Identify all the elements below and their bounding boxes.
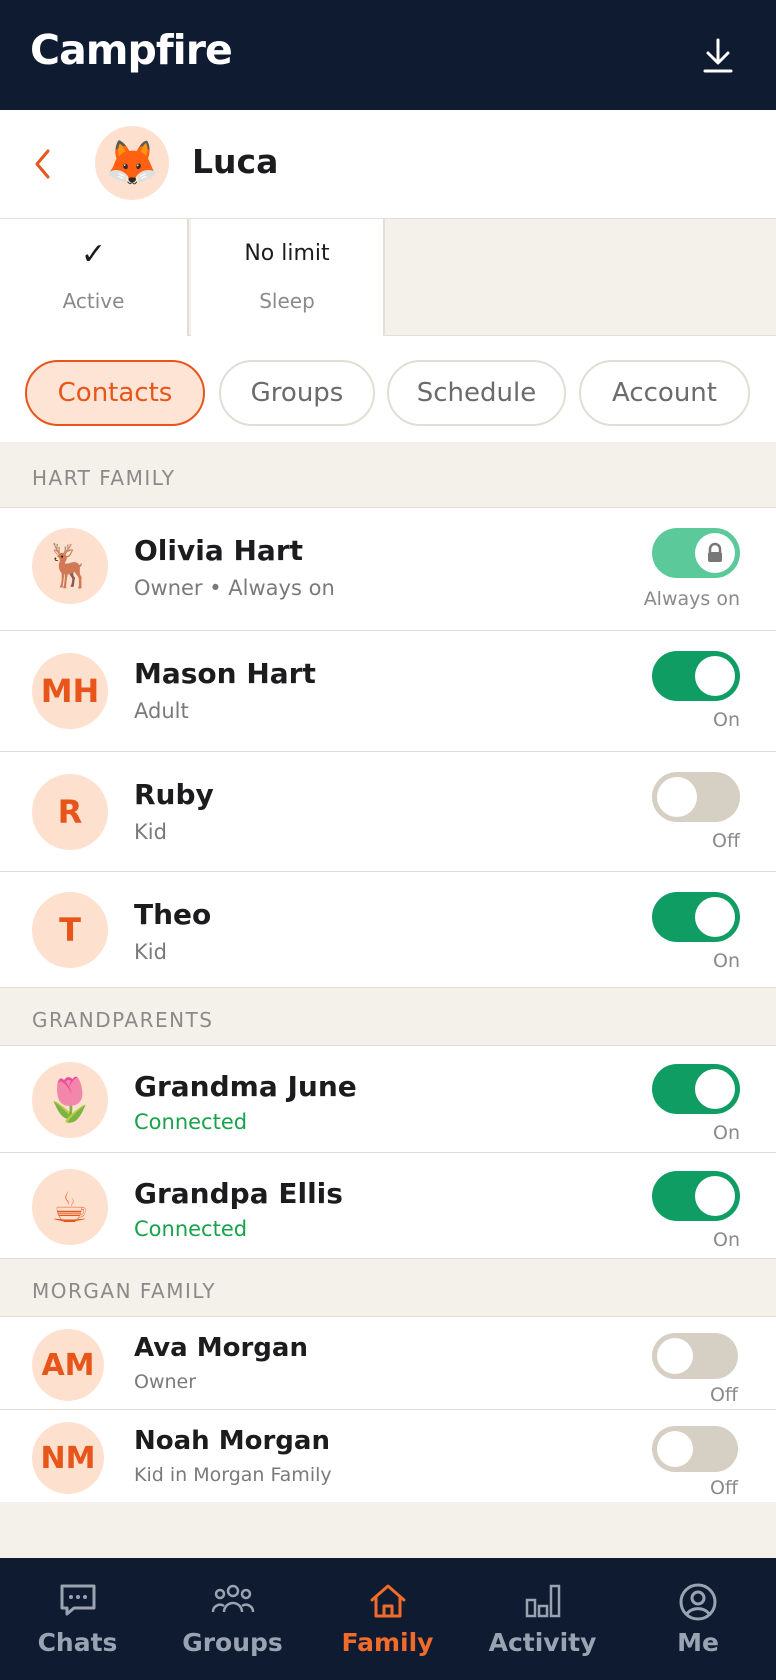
nav-me[interactable]: Me	[620, 1558, 776, 1680]
toggle-state-label: On	[713, 1229, 740, 1251]
contact-name: Mason Hart	[134, 657, 316, 690]
contact-row[interactable]: NM Noah Morgan Kid in Morgan Family Off	[0, 1410, 776, 1502]
section-header: MORGAN FAMILY	[0, 1259, 776, 1317]
tab-schedule[interactable]: Schedule	[387, 360, 566, 426]
user-circle-icon	[679, 1583, 717, 1621]
initials-avatar: AM	[32, 1329, 104, 1401]
connected-status: Connected	[134, 1217, 248, 1241]
toggle-state-label: Always on	[643, 588, 740, 610]
tab-account[interactable]: Account	[579, 360, 750, 426]
contact-toggle[interactable]	[652, 651, 740, 701]
nav-label: Family	[341, 1628, 434, 1657]
status-sleep-cell[interactable]: No limit Sleep	[191, 219, 385, 337]
nav-family[interactable]: Family	[310, 1558, 465, 1680]
toggle-state-label: Off	[709, 1477, 738, 1499]
initials-avatar: NM	[32, 1422, 104, 1494]
contact-name: Grandpa Ellis	[134, 1177, 343, 1210]
contact-toggle[interactable]	[652, 1426, 738, 1472]
contact-row[interactable]: ☕ Grandpa Ellis Connected On	[0, 1153, 776, 1259]
tab-groups[interactable]: Groups	[219, 360, 375, 426]
contact-row[interactable]: 🦌 Olivia Hart Owner • Always on Always o…	[0, 508, 776, 631]
flower-avatar-icon: 🌷	[32, 1062, 108, 1138]
nav-label: Activity	[488, 1628, 597, 1657]
contact-subtitle: Owner • Always on	[134, 576, 335, 600]
contact-toggle	[652, 528, 740, 578]
contact-name: Olivia Hart	[134, 534, 304, 567]
groups-icon	[211, 1584, 254, 1613]
back-chevron-icon[interactable]	[30, 146, 54, 182]
status-active-cell[interactable]: ✓ Active	[0, 219, 189, 337]
contact-toggle[interactable]	[652, 1171, 740, 1221]
status-value: No limit	[244, 241, 330, 266]
tab-bar: Contacts Groups Schedule Account	[0, 336, 776, 442]
toggle-state-label: On	[713, 950, 740, 972]
nav-label: Me	[677, 1628, 719, 1657]
contact-name: Ava Morgan	[134, 1333, 308, 1363]
deer-avatar-icon: 🦌	[32, 528, 108, 604]
contact-row[interactable]: T Theo Kid On	[0, 872, 776, 988]
contact-toggle[interactable]	[652, 1064, 740, 1114]
status-label: Sleep	[259, 289, 315, 313]
contact-toggle[interactable]	[652, 1333, 738, 1379]
app-header: Campfire	[0, 0, 776, 110]
contact-subtitle: Kid	[134, 940, 167, 964]
profile-avatar: 🦊	[95, 126, 169, 200]
contact-row[interactable]: AM Ava Morgan Owner Off	[0, 1317, 776, 1410]
toggle-state-label: Off	[709, 1384, 738, 1406]
connected-status: Connected	[134, 1110, 248, 1134]
contact-subtitle: Owner	[134, 1371, 197, 1393]
chat-icon	[60, 1584, 95, 1616]
bar-chart-icon	[525, 1584, 560, 1618]
contact-name: Ruby	[134, 778, 214, 811]
initials-avatar: MH	[32, 653, 108, 729]
nav-activity[interactable]: Activity	[465, 1558, 620, 1680]
contact-name: Grandma June	[134, 1070, 357, 1103]
tab-contacts[interactable]: Contacts	[25, 360, 205, 426]
nav-label: Chats	[37, 1628, 118, 1657]
nav-label: Groups	[182, 1628, 283, 1657]
profile-name: Luca	[192, 142, 279, 181]
profile-header: 🦊 Luca	[0, 110, 776, 218]
contact-toggle[interactable]	[652, 892, 740, 942]
initials-avatar: R	[32, 774, 108, 850]
contact-row[interactable]: MH Mason Hart Adult On	[0, 631, 776, 752]
status-label: Active	[62, 289, 125, 313]
home-icon	[370, 1584, 405, 1618]
app-logo: Campfire	[30, 26, 233, 74]
nav-chats[interactable]: Chats	[0, 1558, 155, 1680]
section-title: HART FAMILY	[32, 466, 176, 490]
nav-groups[interactable]: Groups	[155, 1558, 310, 1680]
contact-name: Theo	[134, 898, 212, 931]
section-title: GRANDPARENTS	[32, 1008, 214, 1032]
lock-icon	[708, 542, 722, 562]
toggle-state-label: Off	[711, 830, 740, 852]
contact-toggle[interactable]	[652, 772, 740, 822]
download-icon[interactable]	[700, 36, 736, 76]
contact-subtitle: Adult	[134, 699, 189, 723]
status-bar: ✓ Active No limit Sleep	[0, 218, 776, 337]
contact-subtitle: Kid in Morgan Family	[134, 1464, 332, 1486]
contact-name: Noah Morgan	[134, 1426, 330, 1456]
toggle-state-label: On	[713, 709, 740, 731]
mug-avatar-icon: ☕	[32, 1169, 108, 1245]
bottom-navigation: Chats Groups Family Activity Me	[0, 1558, 776, 1680]
initials-avatar: T	[32, 892, 108, 968]
section-header: HART FAMILY	[0, 442, 776, 508]
section-title: MORGAN FAMILY	[32, 1279, 217, 1303]
check-icon: ✓	[80, 237, 107, 272]
section-header: GRANDPARENTS	[0, 988, 776, 1046]
contact-row[interactable]: R Ruby Kid Off	[0, 752, 776, 872]
contact-subtitle: Kid	[134, 820, 167, 844]
toggle-state-label: On	[713, 1122, 740, 1144]
contact-row[interactable]: 🌷 Grandma June Connected On	[0, 1046, 776, 1153]
